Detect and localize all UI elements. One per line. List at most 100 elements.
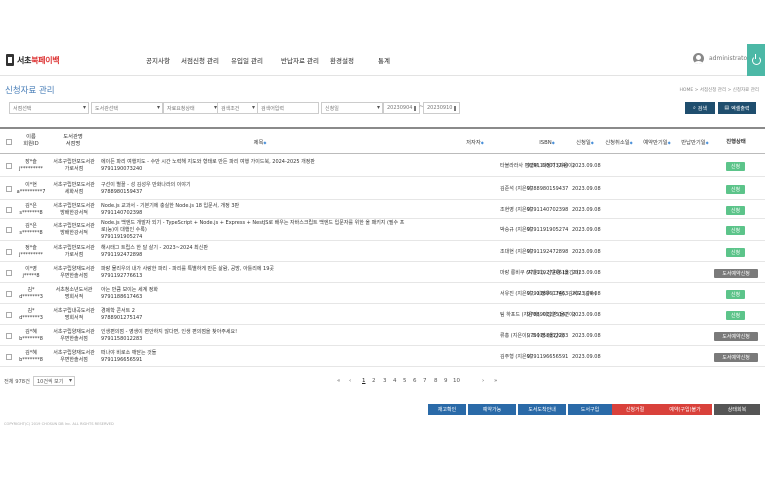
date-to-input[interactable]: 20230910 (423, 102, 460, 114)
status-button[interactable]: 도서예약신청 (714, 353, 758, 362)
status-button[interactable]: 신청 (726, 226, 745, 235)
row-name: 장*슬 (25, 159, 37, 165)
nav-item-settings[interactable]: 환경설정 (330, 55, 354, 65)
print-icon: ▤ (724, 105, 730, 111)
page-8[interactable]: 8 (434, 378, 438, 384)
table-row[interactable]: 정*슬 j********* 서초구립반포도서관 가로서점 해시태그 트립스 한 달 살… (0, 241, 765, 262)
row-checkbox[interactable] (6, 354, 12, 360)
row-checkbox[interactable] (6, 207, 12, 213)
page-10[interactable]: 10 (453, 378, 460, 384)
row-checkbox[interactable] (6, 163, 12, 169)
prev-page-button[interactable]: ‹ (349, 378, 351, 384)
row-member-id: s*******8 (19, 230, 43, 236)
table-row[interactable]: 김*은 s*******8 서초구립반포도서관 방배한강서적 Node.js 백엔드 개… (0, 219, 765, 241)
library-select[interactable]: 도서관선택 (91, 102, 163, 114)
page-5[interactable]: 5 (403, 378, 407, 384)
search-condition-select[interactable]: 검색조건 (217, 102, 258, 114)
date-type-select[interactable]: 신청일 (321, 102, 383, 114)
status-button[interactable]: 신청 (726, 311, 745, 320)
header-library[interactable]: 도서관명 서점명 (52, 134, 94, 148)
row-name: 김*혜 (25, 350, 37, 356)
reject-button[interactable]: 신청거절 (612, 404, 658, 415)
header-return-date[interactable]: 반납만기일◆ (676, 139, 714, 147)
search-button[interactable]: ⌕ 검색 (685, 102, 715, 114)
header-author[interactable]: 저자자◆ (460, 139, 490, 147)
row-store: 명희서적 (64, 294, 84, 300)
row-author: 마랑 롱비쿠 (지은이), 신윤경 (옮긴이) (500, 270, 581, 276)
status-button[interactable]: 신청 (726, 290, 745, 299)
header-apply-date[interactable]: 신청일◆ (570, 139, 600, 147)
unavailable-button[interactable]: 예약(구입)불가 (658, 404, 712, 415)
logo[interactable]: 서초북페이백 (6, 54, 60, 66)
table-row[interactable]: 김*혜 b*******8 서초구립양재도서관 우면한솔서점 떠나야 비로소 깨닫는 것… (0, 346, 765, 367)
row-checkbox[interactable] (6, 333, 12, 339)
user-menu[interactable]: administrator (693, 53, 750, 64)
row-checkbox[interactable] (6, 312, 12, 318)
header-cancel-date[interactable]: 신청취소일◆ (600, 139, 638, 147)
row-title: 해시태그 트립스 한 달 살기 - 2023~2024 최신판 (101, 245, 208, 251)
store-select[interactable]: 서점선택 (9, 102, 89, 114)
status-select[interactable]: 자료요청상태 (163, 102, 220, 114)
last-page-button[interactable]: » (494, 378, 497, 384)
purchase-button[interactable]: 도서구입 (568, 404, 612, 415)
status-button[interactable]: 도서예약신청 (714, 269, 758, 278)
logout-button[interactable] (747, 44, 765, 76)
date-from-input[interactable]: 20230904 (383, 102, 420, 114)
status-button[interactable]: 신청 (726, 248, 745, 257)
nav-item-inflow[interactable]: 유입일 관리 (231, 55, 263, 65)
page-3[interactable]: 3 (383, 378, 387, 384)
nav-item-notice[interactable]: 공지사항 (146, 55, 170, 65)
status-button[interactable]: 신청 (726, 185, 745, 194)
page-4[interactable]: 4 (393, 378, 397, 384)
header-name[interactable]: 이름 회원ID (12, 134, 50, 148)
status-button[interactable]: 도서예약신청 (714, 332, 758, 341)
row-title: 아는 만큼 보이는 세계 정화 (101, 287, 158, 293)
table-row[interactable]: 장*슬 j********* 서초구립반포도서관 가로서점 에이든 파리 여행지도 - … (0, 154, 765, 177)
table-row[interactable]: 이*영 j*****8 서초구립양재도서관 우면한솔서점 파랑 물리우의 내가 사랑한 … (0, 262, 765, 283)
page-1[interactable]: 1 (362, 378, 366, 384)
table-row[interactable]: 김* d*******3 서초구립내곡도서관 명희서적 경제학 콘서트 2 9788901… (0, 304, 765, 325)
row-checkbox[interactable] (6, 270, 12, 276)
nav-item-stats[interactable]: 통계 (378, 55, 390, 65)
row-member-id: d*******3 (19, 294, 43, 300)
restore-status-button[interactable]: 상태회복 (714, 404, 760, 415)
next-page-button[interactable]: › (482, 378, 484, 384)
table-row[interactable]: 이*현 a*********7 서초구립반포도서관 세화서점 구선이 별꼴 - 성 김성… (0, 177, 765, 200)
header-title[interactable]: 제목◆ (250, 139, 270, 147)
row-isbn: 9791190073240 (527, 163, 569, 169)
table-row[interactable]: 김* d*******3 서초청소년도서관 명희서적 아는 만큼 보이는 세계 정화 97… (0, 283, 765, 304)
row-member-id: b*******8 (19, 357, 43, 363)
row-name: 이*영 (25, 266, 37, 272)
row-checkbox[interactable] (6, 186, 12, 192)
reservable-button[interactable]: 예약가능 (468, 404, 516, 415)
header-reserve-date[interactable]: 예약만기일◆ (638, 139, 676, 147)
table-row[interactable]: 김*은 s*******8 서초구립반포도서관 방배한강서적 Node.js 교과서 -… (0, 200, 765, 219)
row-checkbox[interactable] (6, 291, 12, 297)
book-logo-icon (6, 54, 14, 66)
page-2[interactable]: 2 (372, 378, 376, 384)
row-library: 서초구립양재도서관 (53, 329, 95, 335)
row-store: 명희서적 (64, 315, 84, 321)
search-input[interactable]: 검색어입력 (257, 102, 319, 114)
page-6[interactable]: 6 (413, 378, 417, 384)
table-row[interactable]: 김*혜 b*******8 서초구립양재도서관 우면한솔서점 인생편의점 - 영생이 편… (0, 325, 765, 346)
nav-item-return[interactable]: 반납자료 관리 (281, 55, 319, 65)
status-button[interactable]: 신청 (726, 162, 745, 171)
nav-item-store-apply[interactable]: 서점신청 관리 (181, 55, 219, 65)
row-isbn: 9791192472898 (527, 249, 569, 255)
arrival-notice-button[interactable]: 도서도착안내 (518, 404, 566, 415)
header-isbn[interactable]: ISBN◆ (535, 139, 559, 147)
row-checkbox[interactable] (6, 227, 12, 233)
page-9[interactable]: 9 (444, 378, 448, 384)
row-apply-date: 2023.09.08 (572, 163, 601, 169)
row-apply-date: 2023.09.08 (572, 249, 601, 255)
row-title: Node.js 교과서 - 기본기에 충실한 Node.js 18 입문서, 개… (101, 203, 240, 209)
stock-check-button[interactable]: 재고확인 (428, 404, 466, 415)
row-library: 서초구립반포도서관 (53, 182, 95, 188)
excel-export-button[interactable]: ▤ 엑셀출력 (718, 102, 756, 114)
status-button[interactable]: 신청 (726, 206, 745, 215)
first-page-button[interactable]: « (337, 378, 340, 384)
filter-bar: 서점선택 도서관선택 자료요청상태 검색조건 검색어입력 신청일 2023090… (5, 102, 760, 116)
row-checkbox[interactable] (6, 249, 12, 255)
page-7[interactable]: 7 (423, 378, 427, 384)
